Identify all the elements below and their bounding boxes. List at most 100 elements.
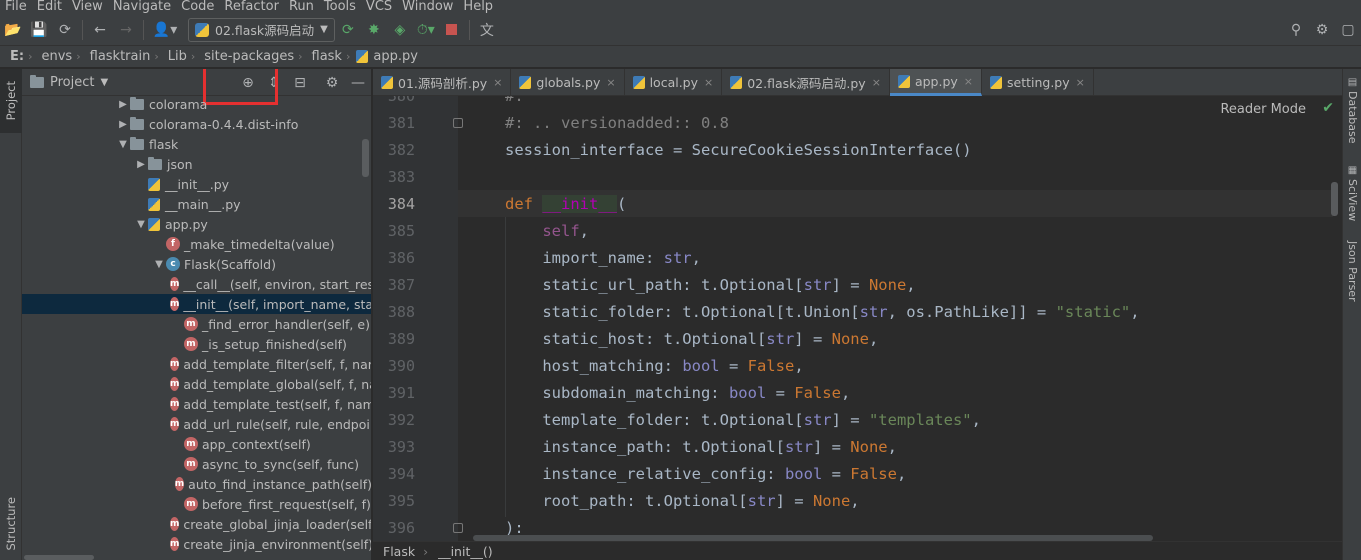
tree-item[interactable]: m__init__(self, import_name, static_url_… bbox=[22, 294, 371, 314]
editor-tab[interactable]: setting.py × bbox=[982, 69, 1094, 96]
tab-database[interactable]: ▤ Database bbox=[1343, 77, 1361, 144]
code-line[interactable]: static_folder: t.Optional[t.Union[str, o… bbox=[505, 303, 1139, 321]
chevron-right-icon[interactable]: ▶ bbox=[134, 159, 148, 170]
editor-tab[interactable]: globals.py × bbox=[511, 69, 625, 96]
close-icon[interactable]: × bbox=[493, 76, 502, 89]
breadcrumb-item[interactable]: Lib bbox=[159, 49, 191, 64]
tree-item[interactable]: ▼ c Flask(Scaffold) bbox=[22, 254, 371, 274]
breadcrumb-item[interactable]: envs bbox=[33, 49, 77, 64]
tab-project[interactable]: Project bbox=[0, 69, 22, 133]
chevron-down-icon[interactable]: ▼ bbox=[152, 259, 166, 270]
menu-item-tools[interactable]: Tools bbox=[319, 0, 361, 14]
collapse-all-icon[interactable]: ⊟ bbox=[288, 69, 312, 96]
translate-icon[interactable]: 文 bbox=[474, 17, 500, 43]
breadcrumb-item[interactable]: site-packages bbox=[195, 49, 298, 64]
menu-item-code[interactable]: Code bbox=[176, 0, 219, 14]
tab-structure[interactable]: Structure bbox=[0, 489, 22, 559]
tree-item[interactable]: m add_template_filter(self, f, name) bbox=[22, 354, 371, 374]
close-icon[interactable]: × bbox=[704, 76, 713, 89]
code-line[interactable]: static_host: t.Optional[str] = None, bbox=[505, 330, 878, 348]
code-line[interactable]: host_matching: bool = False, bbox=[505, 357, 803, 375]
tree-item[interactable]: m auto_find_instance_path(self) bbox=[22, 474, 371, 494]
tree-item[interactable]: ▶ colorama-0.4.4.dist-info bbox=[22, 114, 371, 134]
code-line[interactable]: static_url_path: t.Optional[str] = None, bbox=[505, 276, 915, 294]
tab-sciview[interactable]: ▦ SciView bbox=[1343, 165, 1361, 221]
tree-item[interactable]: m add_url_rule(self, rule, endpoint) bbox=[22, 414, 371, 434]
chevron-down-icon[interactable]: ▼ bbox=[134, 219, 148, 230]
code-line[interactable]: def __init__( bbox=[505, 195, 626, 213]
menu-item-window[interactable]: Window bbox=[397, 0, 458, 14]
close-icon[interactable]: × bbox=[1076, 76, 1085, 89]
close-icon[interactable]: × bbox=[964, 75, 973, 88]
stop-icon[interactable] bbox=[439, 17, 465, 43]
code-line[interactable]: #: .. versionadded:: 0.8 bbox=[505, 114, 729, 132]
vertical-scrollbar[interactable] bbox=[362, 139, 369, 177]
tree-item[interactable]: m _is_setup_finished(self) bbox=[22, 334, 371, 354]
tab-json-parser[interactable]: Json Parser bbox=[1343, 241, 1361, 302]
search-icon[interactable]: ⚲ bbox=[1283, 17, 1309, 43]
chevron-right-icon[interactable]: ▶ bbox=[116, 99, 130, 110]
breadcrumb-item[interactable]: app.py bbox=[373, 49, 418, 64]
reader-mode-toggle[interactable]: Reader Mode bbox=[1220, 102, 1306, 117]
code-line[interactable]: instance_relative_config: bool = False, bbox=[505, 465, 906, 483]
menu-item-vcs[interactable]: VCS bbox=[361, 0, 397, 14]
menu-item-run[interactable]: Run bbox=[284, 0, 319, 14]
code-line[interactable]: instance_path: t.Optional[str] = None, bbox=[505, 438, 897, 456]
tree-item[interactable]: m async_to_sync(self, func) bbox=[22, 454, 371, 474]
menu-item-edit[interactable]: Edit bbox=[32, 0, 67, 14]
code-line[interactable]: template_folder: t.Optional[str] = "temp… bbox=[505, 411, 981, 429]
tree-item[interactable]: m__call__(self, environ, start_response) bbox=[22, 274, 371, 294]
coverage-icon[interactable]: ◈ bbox=[387, 17, 413, 43]
save-icon[interactable]: 💾 bbox=[26, 17, 52, 43]
chevron-down-icon[interactable]: ▼ bbox=[116, 139, 130, 150]
breadcrumb-item[interactable]: E: bbox=[0, 49, 28, 64]
project-view-selector[interactable]: Project ▼ bbox=[22, 74, 108, 90]
sync-icon[interactable]: ⟳ bbox=[52, 17, 78, 43]
editor-tab[interactable]: 01.源码剖析.py × bbox=[373, 69, 512, 96]
editor-tab[interactable]: app.py × bbox=[889, 69, 982, 96]
editor-tab[interactable]: 02.flask源码启动.py × bbox=[722, 69, 890, 96]
tree-item[interactable]: f _make_timedelta(value) bbox=[22, 234, 371, 254]
menu-item-file[interactable]: File bbox=[0, 0, 32, 14]
tree-item[interactable]: ▶ json bbox=[22, 154, 371, 174]
code-line[interactable]: self, bbox=[505, 222, 589, 240]
code-line[interactable]: #. bbox=[505, 96, 524, 105]
chevron-right-icon[interactable]: ▶ bbox=[116, 119, 130, 130]
settings-icon[interactable]: ⚙ bbox=[1309, 17, 1335, 43]
profile-icon[interactable]: ⏱▾ bbox=[413, 17, 439, 43]
breadcrumb-item[interactable]: flasktrain bbox=[81, 49, 155, 64]
code-line[interactable]: subdomain_matching: bool = False, bbox=[505, 384, 850, 402]
code-line[interactable]: root_path: t.Optional[str] = None, bbox=[505, 492, 859, 510]
expand-all-icon[interactable]: ⇕ bbox=[262, 69, 286, 96]
tree-item[interactable]: m create_global_jinja_loader(self) bbox=[22, 514, 371, 534]
menu-item-view[interactable]: View bbox=[67, 0, 108, 14]
expand-icon[interactable]: ▢ bbox=[1335, 17, 1361, 43]
tree-item[interactable]: ▼ flask bbox=[22, 134, 371, 154]
menu-item-refactor[interactable]: Refactor bbox=[219, 0, 284, 14]
code-editor[interactable]: 380 #. 381 #: .. versionadded:: 0.8 382 sessi… bbox=[373, 96, 1342, 541]
gear-icon[interactable]: ⚙ bbox=[320, 69, 344, 96]
run-configuration-select[interactable]: 02.flask源码启动 ▼ bbox=[188, 17, 335, 42]
code-line[interactable]: session_interface = SecureCookieSessionI… bbox=[505, 141, 972, 159]
breadcrumb-item[interactable]: flask bbox=[303, 49, 346, 64]
breadcrumb-file[interactable]: app.py bbox=[350, 49, 422, 64]
fold-marker-icon[interactable] bbox=[453, 118, 463, 128]
horizontal-scrollbar[interactable] bbox=[24, 555, 94, 560]
editor-scrollbar[interactable] bbox=[1331, 182, 1338, 216]
tree-item[interactable]: madd_template_global(self, f, name) bbox=[22, 374, 371, 394]
tree-item[interactable]: m app_context(self) bbox=[22, 434, 371, 454]
close-icon[interactable]: × bbox=[606, 76, 615, 89]
menu-item-navigate[interactable]: Navigate bbox=[108, 0, 176, 14]
hide-panel-icon[interactable]: — bbox=[346, 69, 370, 96]
close-icon[interactable]: × bbox=[872, 76, 881, 89]
tree-item[interactable]: m create_jinja_environment(self) bbox=[22, 534, 371, 554]
tree-item[interactable]: m add_template_test(self, f, name) bbox=[22, 394, 371, 414]
editor-breadcrumb-class[interactable]: Flask bbox=[373, 544, 415, 559]
tree-item[interactable]: __main__.py bbox=[22, 194, 371, 214]
tree-item[interactable]: m before_first_request(self, f) bbox=[22, 494, 371, 514]
menu-item-help[interactable]: Help bbox=[458, 0, 498, 14]
forward-icon[interactable]: → bbox=[113, 17, 139, 43]
back-icon[interactable]: ← bbox=[87, 17, 113, 43]
tree-item[interactable]: ▶ colorama bbox=[22, 94, 371, 114]
user-icon[interactable]: 👤▾ bbox=[148, 17, 182, 43]
